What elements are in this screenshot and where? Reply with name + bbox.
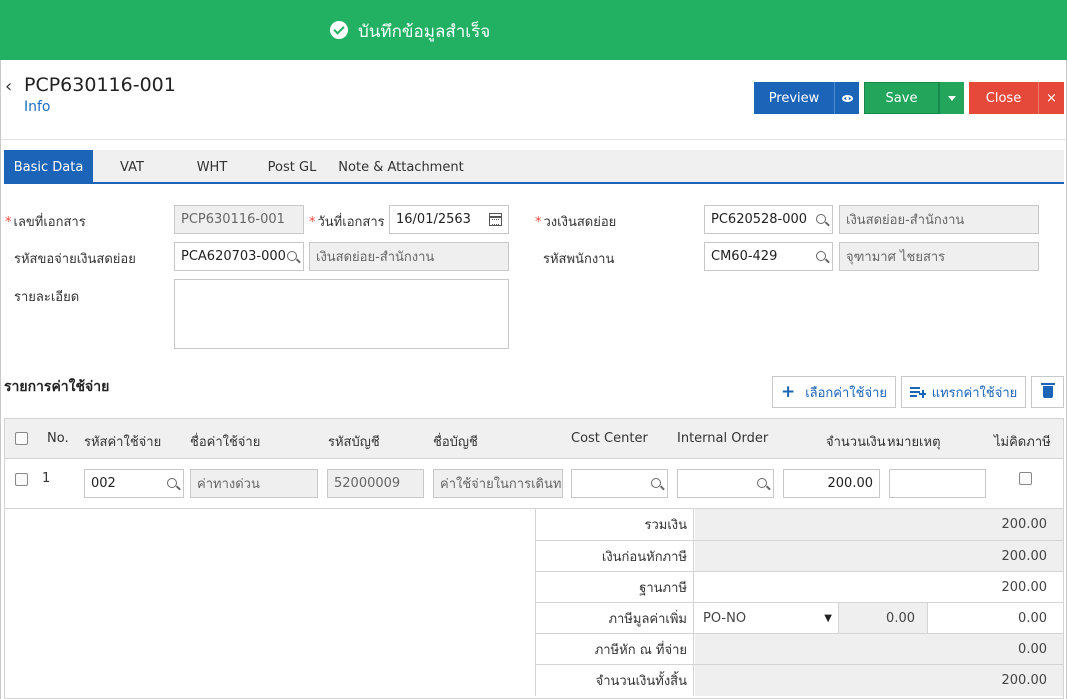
petty-cash-code-value: PC620528-000 [711,212,808,227]
col-no: No. [47,431,69,446]
summary-wht-value: 0.00 [695,634,1063,665]
summary-before-tax-value: 200.00 [695,541,1063,572]
request-no-code-field[interactable]: PCA620703-000 [174,242,304,271]
search-icon[interactable] [651,478,661,488]
description-textarea[interactable] [174,279,509,349]
search-icon[interactable] [167,478,177,488]
summary-tax-base-value[interactable]: 200.00 [695,572,1063,603]
close-x-button[interactable]: × [1038,82,1064,114]
back-chevron-icon[interactable]: ‹ [5,76,12,97]
employee-code-value: CM60-429 [711,249,778,264]
tab-wht[interactable]: WHT [171,150,253,184]
toast-message: บันทึกข้อมูลสำเร็จ [358,22,491,42]
search-icon[interactable] [757,478,767,488]
row-checkbox[interactable] [15,473,28,486]
calendar-icon[interactable] [489,213,502,226]
col-expense-code: รหัสค่าใช้จ่าย [84,435,162,450]
request-no-name-field: เงินสดย่อย-สำนักงาน [309,242,509,271]
col-account-code: รหัสบัญชี [328,435,380,450]
summary-total-label: รวมเงิน [535,509,694,540]
vat-type-select[interactable]: PO-NO ▼ [695,603,839,634]
petty-cash-label: * วงเงินสดย่อย [535,215,617,230]
expenses-section-title: รายการค่าใช้จ่าย [4,379,110,395]
check-circle-icon [330,21,348,39]
save-options-dropdown[interactable] [939,82,964,114]
list-add-icon [909,386,926,398]
summary-wht-label: ภาษีหัก ณ ที่จ่าย [535,634,694,665]
delete-expense-button[interactable] [1031,376,1064,408]
dropdown-caret-icon: ▼ [824,613,832,624]
col-amount: จำนวนเงิน [826,435,886,450]
col-cost-center: Cost Center [571,431,648,446]
doc-date-label: * วันที่เอกสาร [309,215,385,230]
select-expense-button[interactable]: + เลือกค่าใช้จ่าย [772,376,896,408]
employee-label: รหัสพนักงาน [543,252,615,267]
select-all-checkbox[interactable] [15,432,28,445]
col-account-name: ชื่อบัญชี [433,435,478,450]
page-title: PCP630116-001 [24,74,176,96]
tab-note-attachment[interactable]: Note & Attachment [331,150,471,184]
petty-cash-code-field[interactable]: PC620528-000 [704,205,833,234]
summary-total-value: 200.00 [695,509,1063,540]
close-button[interactable]: Close [969,82,1038,114]
row-no-tax-checkbox[interactable] [1019,472,1032,485]
page-subtitle-info: Info [24,99,51,115]
col-expense-name: ชื่อค่าใช้จ่าย [190,435,261,450]
row-amount-field[interactable]: 200.00 [783,469,880,498]
doc-no-field: PCP630116-001 [174,205,304,234]
request-no-label: รหัสขอจ่ายเงินสดย่อย [14,252,136,267]
employee-code-field[interactable]: CM60-429 [704,242,833,271]
row-expense-name-field: ค่าทางด่วน [190,469,318,498]
summary-grand-total-label: จำนวนเงินทั้งสิ้น [535,665,694,696]
row-remark-field[interactable] [889,469,986,498]
vat-rate-field: 0.00 [839,603,928,634]
trash-icon [1040,383,1055,398]
select-expense-label: เลือกค่าใช้จ่าย [805,385,888,401]
doc-date-field[interactable]: 16/01/2563 [389,205,509,234]
tab-bar: Basic Data VAT WHT Post GL Note & Attach… [4,150,1064,184]
preview-eye-button[interactable] [834,82,859,114]
save-button[interactable]: Save [864,82,939,114]
petty-cash-name-field: เงินสดย่อย-สำนักงาน [839,205,1039,234]
insert-expense-button[interactable]: แทรกค่าใช้จ่าย [901,376,1026,408]
summary-vat-value[interactable]: 0.00 [928,603,1063,634]
preview-button[interactable]: Preview [754,82,834,114]
search-icon[interactable] [287,251,297,261]
tab-basic-data[interactable]: Basic Data [4,150,93,184]
insert-expense-label: แทรกค่าใช้จ่าย [931,385,1018,401]
col-internal-order: Internal Order [677,431,769,446]
row-account-code-field: 52000009 [327,469,424,498]
search-icon[interactable] [816,251,826,261]
success-toast: บันทึกข้อมูลสำเร็จ [0,0,1067,60]
row-no: 1 [42,471,51,486]
grid-header: No. รหัสค่าใช้จ่าย ชื่อค่าใช้จ่าย รหัสบั… [5,419,1063,459]
row-expense-code-value: 002 [91,476,116,491]
row-account-name-field: ค่าใช้จ่ายในการเดินท [433,469,563,498]
header-divider [1,139,1066,140]
plus-icon: + [780,382,796,402]
row-cost-center-field[interactable] [571,469,668,498]
employee-name-field: จุฑามาศ ไชยสาร [839,242,1039,271]
request-no-code-value: PCA620703-000 [181,249,286,264]
expense-grid: No. รหัสค่าใช้จ่าย ชื่อค่าใช้จ่าย รหัสบั… [4,418,1064,699]
summary-vat-label: ภาษีมูลค่าเพิ่ม [535,603,694,634]
tab-post-gl[interactable]: Post GL [253,150,331,184]
doc-no-label: * เลขที่เอกสาร [5,215,86,230]
doc-date-value: 16/01/2563 [396,212,471,227]
caret-down-icon [948,95,956,101]
description-label: รายละเอียด [14,290,80,305]
col-remark: หมายเหตุ [887,435,941,450]
summary-before-tax-label: เงินก่อนหักภาษี [535,541,694,572]
row-internal-order-field[interactable] [677,469,774,498]
vat-type-value: PO-NO [703,611,747,626]
row-expense-code-field[interactable]: 002 [84,469,184,498]
summary-grand-total-value: 200.00 [695,665,1063,696]
col-no-tax: ไม่คิดภาษี [994,435,1051,450]
summary-tax-base-label: ฐานภาษี [535,572,694,603]
eye-icon [841,94,853,102]
tab-vat[interactable]: VAT [93,150,171,184]
search-icon[interactable] [816,214,826,224]
